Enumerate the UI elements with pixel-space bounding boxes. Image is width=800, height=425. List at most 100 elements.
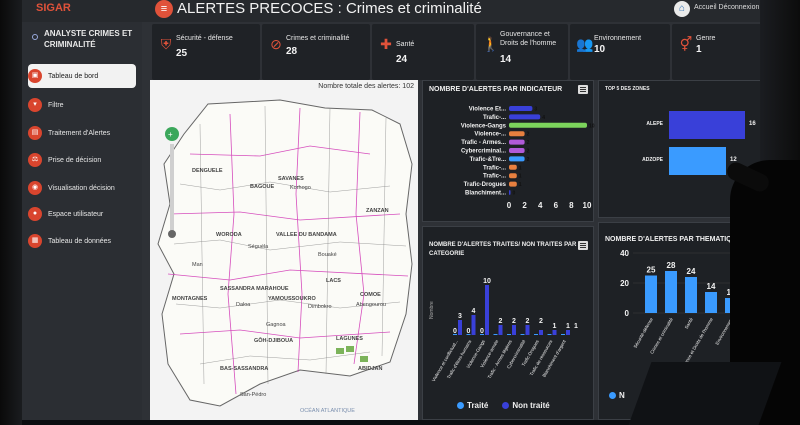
data-label: 0: [467, 328, 471, 335]
data-label: 0: [453, 328, 457, 335]
user-icon: ●: [28, 207, 42, 221]
kpi-card-environnement[interactable]: 👥 Environnement 10: [570, 24, 670, 80]
hamburger-icon[interactable]: ≡: [155, 0, 173, 18]
ambulance-icon: ✚: [380, 36, 392, 52]
bar-traite: [507, 334, 511, 335]
data-label: 4: [472, 308, 476, 315]
screen-bezel-left: [0, 0, 22, 425]
svg-text:+: +: [168, 130, 173, 139]
data-label: 10: [483, 278, 491, 285]
traites-bar-chart: NombreViolence et conflictual...Trafic d…: [429, 278, 578, 382]
legend-label[interactable]: N: [619, 391, 625, 400]
kpi-card-securite[interactable]: ⛨ Sécurité - défense 25: [152, 24, 260, 80]
data-label: 28: [667, 261, 676, 270]
svg-text:Gagnoa: Gagnoa: [266, 322, 287, 328]
kpi-value: 1: [696, 44, 702, 55]
bar-non-traite: [552, 330, 557, 335]
bar: [665, 271, 677, 313]
tick-label: Violence-...: [474, 132, 506, 138]
tick-label: 2: [522, 201, 527, 210]
map-total-caption: Nombre totale des alertes: 102: [318, 83, 414, 90]
bar: [509, 181, 517, 187]
chart-menu-icon[interactable]: [578, 241, 588, 250]
bar: [509, 139, 525, 145]
svg-text:OCÉAN ATLANTIQUE: OCÉAN ATLANTIQUE: [300, 407, 355, 414]
kpi-value: 24: [396, 54, 408, 65]
svg-text:MONTAGNES: MONTAGNES: [172, 296, 208, 302]
sidebar-item-label: Prise de décision: [48, 156, 102, 164]
sidebar-item-tableau-de-bord[interactable]: ▣ Tableau de bord: [28, 64, 136, 88]
legend-swatch: [609, 392, 616, 399]
svg-text:BAGOUE: BAGOUE: [250, 184, 274, 190]
chart-legend: Traité Non traité: [447, 401, 550, 410]
data-label: 2: [527, 149, 530, 155]
sidebar-item-tableau-donnees[interactable]: ▦ Tableau de données: [28, 230, 136, 252]
data-label: 2: [499, 318, 503, 325]
kpi-card-sante[interactable]: ✚ Santé 24: [372, 24, 474, 80]
brand-logo: SIGAR: [36, 2, 71, 14]
tick-label: Sécurité-défense: [633, 317, 655, 349]
sidebar-item-filtre[interactable]: ▾ Filtre: [28, 94, 136, 116]
bar: [509, 173, 517, 179]
bar: [509, 106, 533, 111]
tick-label: 6: [554, 201, 559, 210]
inbox-icon: ▤: [28, 126, 42, 140]
svg-text:ZANZAN: ZANZAN: [366, 208, 389, 214]
sidebar-item-traitement[interactable]: ▤ Traitement d'Alertes: [28, 122, 136, 144]
alerts-map-panel[interactable]: Nombre totale des alertes: 102 DENGUELE …: [150, 80, 418, 420]
sidebar-item-visualisation[interactable]: ◉ Visualisation décision: [28, 177, 136, 199]
data-label: 16: [749, 121, 756, 127]
sidebar-item-prise-decision[interactable]: ⚖ Prise de décision: [28, 149, 136, 171]
data-label: 2: [527, 157, 530, 163]
kpi-label: Sécurité - défense: [176, 35, 233, 42]
data-label: 1: [519, 174, 522, 180]
sidebar-item-espace-utilisateur[interactable]: ● Espace utilisateur: [28, 203, 136, 225]
svg-text:YAMOUSSOUKRO: YAMOUSSOUKRO: [268, 296, 316, 302]
svg-text:DENGUELE: DENGUELE: [192, 168, 223, 174]
tick-label: Trafic-Drogues: [464, 182, 507, 188]
legend-swatch: [457, 402, 464, 409]
svg-text:Séguéla: Séguéla: [248, 244, 269, 250]
top-nav-links[interactable]: Accueil Déconnexion: [694, 4, 759, 11]
tick-label: Trafic d'êtres humains: [446, 338, 473, 379]
bar: [509, 122, 587, 128]
bar-non-traite: [512, 325, 516, 335]
chart-title: NOMBRE D'ALERTES PAR THEMATIQUE: [605, 236, 742, 243]
kpi-card-crimes[interactable]: ⊘ Crimes et criminalité 28: [262, 24, 370, 80]
legend-label[interactable]: Non traité: [512, 401, 549, 410]
person-walking-icon: 🚶: [482, 36, 500, 52]
tick-label: Trafic-...: [483, 115, 506, 121]
data-label: 2: [527, 132, 530, 138]
chart-panel-traites: NOMBRE D'ALERTES TRAITES/ NON TRAITES PA…: [422, 226, 594, 420]
svg-text:BAS-SASSANDRA: BAS-SASSANDRA: [220, 366, 268, 372]
kpi-label: Environnement: [594, 35, 642, 42]
bar-non-traite: [458, 320, 462, 335]
sidebar-item-label: Filtre: [48, 101, 64, 109]
data-label: 3: [458, 313, 462, 320]
kpi-label: Gouvernance et Droits de l'homme: [500, 31, 557, 47]
svg-text:SAVANES: SAVANES: [278, 176, 304, 182]
kpi-label: Genre: [696, 35, 716, 42]
tick-label: Blanchiment...: [465, 191, 506, 197]
kpi-card-genre[interactable]: ⚥ Genre 1: [672, 24, 764, 80]
bar: [685, 277, 697, 313]
sidebar-item-label: Traitement d'Alertes: [48, 129, 111, 137]
data-label: 0: [480, 328, 484, 335]
data-label: 10: [589, 123, 595, 129]
home-icon[interactable]: ⌂: [674, 1, 690, 17]
tick-label: 0: [507, 201, 512, 210]
sidebar: ANALYSTE CRIMES ET CRIMINALITÉ ▣ Tableau…: [22, 22, 142, 420]
cote-divoire-map[interactable]: DENGUELE SAVANES Korhogo BAGOUE WORODA V…: [150, 94, 418, 420]
indicator-bar-chart: Violence Et... 3 Trafic-... 4 Violence-Gangs…: [461, 106, 595, 210]
bar-non-traite: [539, 330, 543, 335]
svg-text:COMOE: COMOE: [360, 292, 381, 298]
dashboard-app: SIGAR ≡ ALERTES PRECOCES : Crimes et cri…: [22, 0, 770, 420]
kpi-card-gouvernance[interactable]: 🚶 Gouvernance et Droits de l'homme 14: [476, 24, 568, 80]
tick-label: ADZOPE: [642, 157, 664, 163]
legend-label[interactable]: Traité: [467, 401, 488, 410]
bar-non-traite: [471, 315, 476, 335]
bar-non-traite: [498, 325, 503, 335]
bar-traite: [493, 334, 498, 335]
chart-panel-indicateur: NOMBRE D'ALERTES PAR INDICATEUR Violence…: [422, 80, 595, 222]
bar: [509, 164, 517, 170]
